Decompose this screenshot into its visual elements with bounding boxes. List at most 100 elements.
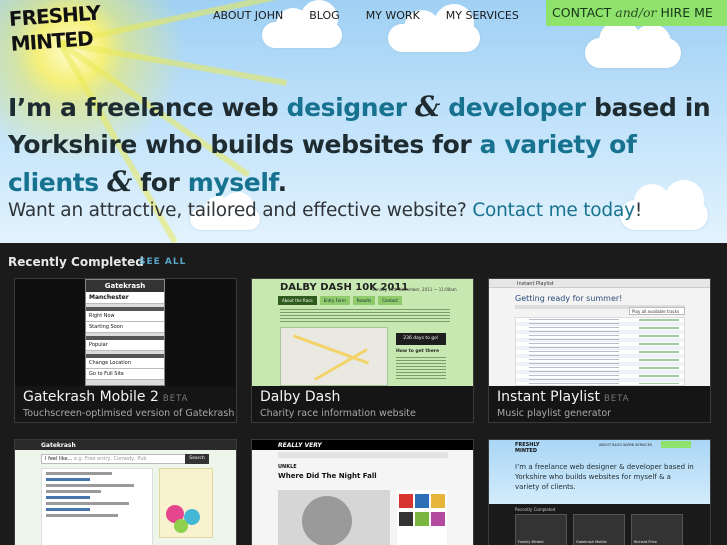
shot-row: Right Now (86, 311, 164, 322)
shot-tile (399, 512, 413, 526)
shot-illustration (174, 519, 188, 533)
shot-row: Go to Full Site (86, 369, 164, 380)
shot-card-label: Gatekrash Mobile (576, 540, 607, 544)
see-all-link[interactable]: SEE ALL (139, 257, 186, 267)
hero-subline: Want an attractive, tailored and effecti… (8, 200, 642, 221)
shot-artist: UNKLE (278, 464, 297, 470)
shot-recent-heading: Recently Completed (515, 507, 556, 512)
headline-ampersand: & (415, 90, 440, 123)
project-name: Dalby Dash (260, 389, 340, 405)
beta-badge: BETA (162, 394, 189, 404)
shot-headline: I’m a freelance web designer & developer… (515, 463, 694, 491)
shot-city: Manchester (86, 292, 164, 304)
shot-tile (415, 494, 429, 508)
shot-header: Gatekrash (86, 280, 164, 292)
shot-search-button: Search (185, 454, 209, 464)
shot-track-status (639, 319, 679, 384)
shot-tab: About the Race (278, 296, 317, 305)
headline-text: . (277, 168, 288, 197)
headline-designer: designer (286, 93, 407, 122)
project-description: Music playlist generator (497, 408, 612, 419)
shot-line (46, 514, 118, 517)
site-logo[interactable]: FRESHLY MINTED (8, 1, 100, 61)
nav-my-work[interactable]: MY WORK (366, 5, 420, 22)
project-screenshot: FRESHLY MINTED ABOUT BLOG WORK SERVICES … (489, 440, 710, 545)
project-name: Gatekrash Mobile 2 BETA (23, 389, 188, 405)
hire-me-label: HIRE ME (660, 5, 713, 20)
nav-blog[interactable]: BLOG (309, 5, 339, 22)
map-road (292, 334, 370, 365)
shot-text-lines (280, 309, 450, 323)
hero-banner: FRESHLY MINTED ABOUT JOHN BLOG MY WORK M… (0, 0, 727, 243)
project-card-gatekrash-mobile[interactable]: Gatekrash Manchester Right Now Starting … (14, 278, 237, 423)
headline-ampersand: & (107, 165, 132, 198)
shot-tile (415, 512, 429, 526)
shot-search: I feel like... e.g. Free entry, Comedy, … (41, 454, 201, 464)
shot-contact (661, 441, 691, 448)
headline-myself-link[interactable]: myself (188, 168, 278, 197)
shot-line (46, 484, 134, 487)
shot-brand: Instant Playlist (517, 281, 554, 287)
headline-text: I’m a freelance web (8, 93, 287, 122)
project-card-dalby-dash[interactable]: DALBY DASH 10K 2011 Sunday 13th November… (251, 278, 474, 423)
project-screenshot: DALBY DASH 10K 2011 Sunday 13th November… (252, 279, 473, 386)
shot-tab: Entry Form (319, 296, 350, 305)
beta-badge: BETA (603, 394, 630, 404)
shot-directions-heading: How to get there (396, 349, 440, 354)
shot-row: Change Location (86, 358, 164, 369)
shot-sidebar (159, 468, 213, 538)
project-title: Gatekrash Mobile 2 (23, 389, 159, 405)
shot-row: Popular (86, 340, 164, 351)
cloud-illustration (585, 20, 681, 68)
nav-contact-hire-me[interactable]: CONTACT and/or HIRE ME (546, 0, 727, 26)
shot-card-label: Richard Price (634, 540, 657, 544)
project-card-instant-playlist[interactable]: Instant Playlist Getting ready for summe… (488, 278, 711, 423)
headline-text: for (131, 168, 188, 197)
project-card-gatekrash[interactable]: Gatekrash I feel like... e.g. Free entry… (14, 439, 237, 545)
project-screenshot: Gatekrash I feel like... e.g. Free entry… (15, 440, 236, 545)
shot-search-hint: e.g. Free entry, Comedy, Pub (73, 456, 147, 462)
recently-completed-heading: Recently Completed (8, 255, 144, 269)
shot-text-lines (396, 357, 446, 381)
nav-my-services[interactable]: MY SERVICES (446, 5, 519, 22)
shot-record (302, 496, 352, 545)
shot-card: Freshly Minted (515, 514, 567, 545)
shot-play-button: Play all available tracks (629, 307, 685, 315)
project-description: Charity race information website (260, 408, 416, 419)
contact-me-link[interactable]: Contact me today (472, 200, 635, 221)
shot-countdown: 236 days to go! (396, 333, 446, 345)
project-screenshot: Gatekrash Manchester Right Now Starting … (15, 279, 236, 386)
shot-date: Sunday 13th November, 2011 — 11:00am (372, 287, 457, 292)
shot-line (46, 502, 129, 505)
shot-tab: Contact (378, 296, 402, 305)
shot-link (46, 508, 90, 511)
shot-tile (431, 512, 445, 526)
shot-line (46, 472, 112, 475)
shot-title: Getting ready for summer! (515, 294, 623, 303)
phone-mockup: Gatekrash Manchester Right Now Starting … (85, 279, 165, 386)
shot-map (280, 327, 388, 386)
shot-card: Gatekrash Mobile (573, 514, 625, 545)
shot-logo-line: MINTED (515, 448, 537, 454)
project-description: Touchscreen-optimised version of Gatekra… (23, 408, 235, 419)
shot-tile (431, 494, 445, 508)
shot-card-label: Freshly Minted (518, 540, 544, 544)
shot-search-value: I feel like... (45, 456, 73, 462)
shot-card: Richard Price (631, 514, 683, 545)
shot-track-lines (529, 319, 619, 384)
main-nav: ABOUT JOHN BLOG MY WORK MY SERVICES (200, 0, 545, 26)
project-title: Dalby Dash (260, 389, 341, 405)
shot-title: Where Did The Night Fall (278, 472, 377, 480)
shot-link (46, 496, 90, 499)
shot-brand: Gatekrash (41, 442, 76, 449)
project-card-freshly-minted[interactable]: FRESHLY MINTED ABOUT BLOG WORK SERVICES … (488, 439, 711, 545)
shot-sidebar (397, 490, 447, 545)
shot-link (46, 478, 90, 481)
nav-about-john[interactable]: ABOUT JOHN (213, 5, 283, 22)
project-name: Instant Playlist BETA (497, 389, 630, 405)
subline-text: Want an attractive, tailored and effecti… (8, 200, 473, 221)
hero-headline: I’m a freelance web designer & developer… (8, 88, 723, 201)
shot-nav: ABOUT BLOG WORK SERVICES (599, 443, 653, 447)
headline-developer: developer (448, 93, 586, 122)
project-card-really-very[interactable]: REALLY VERY UNKLE Where Did The Night Fa… (251, 439, 474, 545)
